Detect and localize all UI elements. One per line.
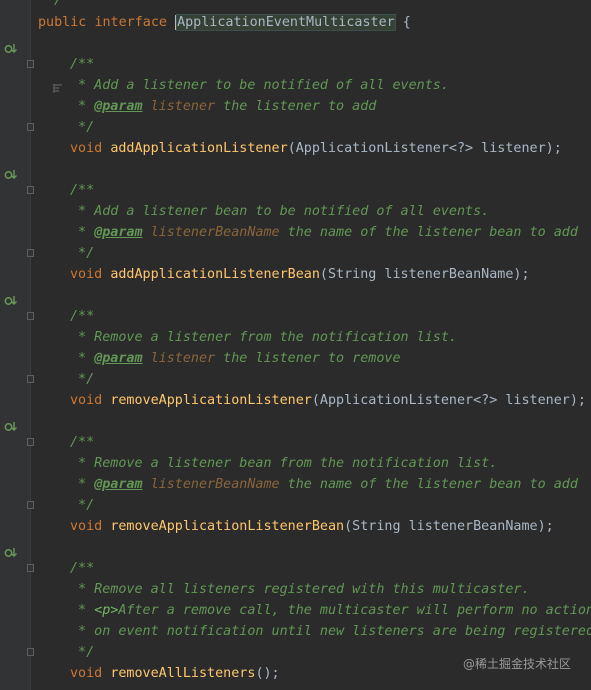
bookmark-icon[interactable]	[5, 59, 63, 93]
code-line-interface[interactable]: public interface ApplicationEventMultica…	[0, 12, 591, 53]
method-signature: (String listenerBeanName);	[319, 267, 530, 282]
method-name[interactable]: addApplicationListener	[110, 141, 287, 156]
implemented-icon[interactable]	[4, 16, 18, 53]
code-line: /**	[0, 432, 591, 453]
code-line: * Remove a listener from the notificatio…	[0, 327, 591, 348]
param-name: listenerBeanName	[150, 477, 280, 492]
fold-marker[interactable]	[27, 564, 34, 572]
watermark: @稀土掘金技术社区	[462, 657, 571, 671]
method-signature: (ApplicationListener<?> listener);	[311, 393, 586, 408]
doc-close: */	[70, 645, 95, 660]
method-name[interactable]: addApplicationListenerBean	[110, 267, 320, 282]
code-line: * Remove all listeners registered with t…	[0, 579, 591, 600]
code-line: */	[0, 117, 591, 138]
doc-comment-end: */	[38, 0, 63, 8]
fold-marker[interactable]	[27, 186, 34, 194]
doc-description: * Add a listener bean to be notified of …	[70, 204, 490, 219]
return-type: void	[70, 267, 103, 282]
param-tag: @param	[94, 99, 143, 114]
code-line: * Add a listener bean to be notified of …	[0, 201, 591, 222]
method-name[interactable]: removeAllListeners	[110, 666, 255, 681]
return-type: void	[70, 393, 103, 408]
code-editor[interactable]: */ public interface ApplicationEventMult…	[0, 0, 591, 690]
doc-close: */	[70, 498, 95, 513]
code-line: /**	[0, 54, 591, 93]
code-line: */	[0, 243, 591, 264]
doc-open: /**	[70, 57, 95, 72]
doc-open: /**	[70, 183, 95, 198]
implemented-icon[interactable]	[4, 394, 18, 431]
return-type: void	[70, 519, 103, 534]
fold-marker[interactable]	[27, 438, 34, 446]
fold-marker[interactable]	[27, 375, 34, 383]
code-line: * @param listenerBeanName the name of th…	[70, 477, 578, 492]
method-name[interactable]: removeApplicationListener	[110, 393, 312, 408]
keyword-public: public	[38, 15, 87, 30]
doc-open: /**	[70, 309, 95, 324]
open-brace: {	[394, 15, 411, 30]
code-line: * Remove a listener bean from the notifi…	[0, 453, 591, 474]
param-tag: @param	[94, 351, 143, 366]
doc-open: /**	[70, 435, 95, 450]
doc-close: */	[70, 120, 95, 135]
doc-close: */	[70, 372, 95, 387]
param-name: listener	[150, 99, 216, 114]
param-description: the name of the listener bean to add	[279, 477, 578, 492]
fold-marker[interactable]	[27, 312, 34, 320]
method-name[interactable]: removeApplicationListenerBean	[110, 519, 344, 534]
param-description: the listener to add	[215, 99, 377, 114]
code-line: * on event notification until new listen…	[0, 621, 591, 642]
doc-description: * on event notification until new listen…	[70, 624, 591, 639]
code-line-method[interactable]: void removeApplicationListener(Applicati…	[0, 390, 591, 431]
implemented-icon[interactable]	[4, 667, 18, 680]
doc-description: * Remove all listeners registered with t…	[70, 582, 530, 597]
fold-marker[interactable]	[27, 60, 34, 68]
method-signature: ();	[255, 666, 280, 681]
doc-prefix: *	[70, 603, 95, 618]
code-line: */	[0, 369, 591, 390]
doc-description: * Add a listener to be notified of all e…	[70, 78, 449, 93]
implemented-icon[interactable]	[4, 268, 18, 305]
code-line: /**	[0, 180, 591, 201]
text-caret	[175, 14, 177, 30]
param-tag: @param	[94, 225, 143, 240]
doc-description: * Remove a listener bean from the notifi…	[70, 456, 498, 471]
code-line-method[interactable]: void addApplicationListenerBean(String l…	[0, 264, 591, 305]
code-line: /**	[0, 306, 591, 327]
param-name: listener	[150, 351, 216, 366]
fold-marker[interactable]	[27, 501, 34, 509]
keyword-interface: interface	[94, 15, 167, 30]
method-signature: (ApplicationListener<?> listener);	[287, 141, 562, 156]
doc-description: After a remove call, the multicaster wil…	[118, 603, 591, 618]
return-type: void	[70, 141, 103, 156]
code-line-method[interactable]: void addApplicationListener(ApplicationL…	[0, 138, 591, 179]
code-line: * @param listener the listener to remove	[70, 351, 401, 366]
param-tag: @param	[94, 477, 143, 492]
code-line: /**	[0, 558, 591, 579]
implemented-icon[interactable]	[4, 142, 18, 179]
param-description: the name of the listener bean to add	[279, 225, 578, 240]
return-type: void	[70, 666, 103, 681]
code-line: */	[0, 0, 591, 11]
interface-name[interactable]: ApplicationEventMulticaster	[176, 14, 396, 31]
doc-close: */	[70, 246, 95, 261]
code-line: * @param listener the listener to add	[70, 99, 377, 114]
param-name: listenerBeanName	[150, 225, 280, 240]
html-p-tag: <p>	[94, 603, 119, 618]
doc-open: /**	[70, 561, 95, 576]
fold-marker[interactable]	[27, 123, 34, 131]
doc-description: * Remove a listener from the notificatio…	[70, 330, 457, 345]
param-description: the listener to remove	[215, 351, 401, 366]
fold-marker[interactable]	[27, 249, 34, 257]
method-signature: (String listenerBeanName);	[344, 519, 554, 534]
code-line: * @param listenerBeanName the name of th…	[70, 225, 578, 240]
code-line: * Add a listener to be notified of all e…	[0, 75, 591, 96]
fold-marker[interactable]	[27, 648, 34, 656]
implemented-icon[interactable]	[4, 520, 18, 557]
code-line: * <p>After a remove call, the multicaste…	[0, 600, 591, 621]
code-line-method[interactable]: void removeApplicationListenerBean(Strin…	[0, 516, 591, 557]
code-line: */	[0, 495, 591, 516]
